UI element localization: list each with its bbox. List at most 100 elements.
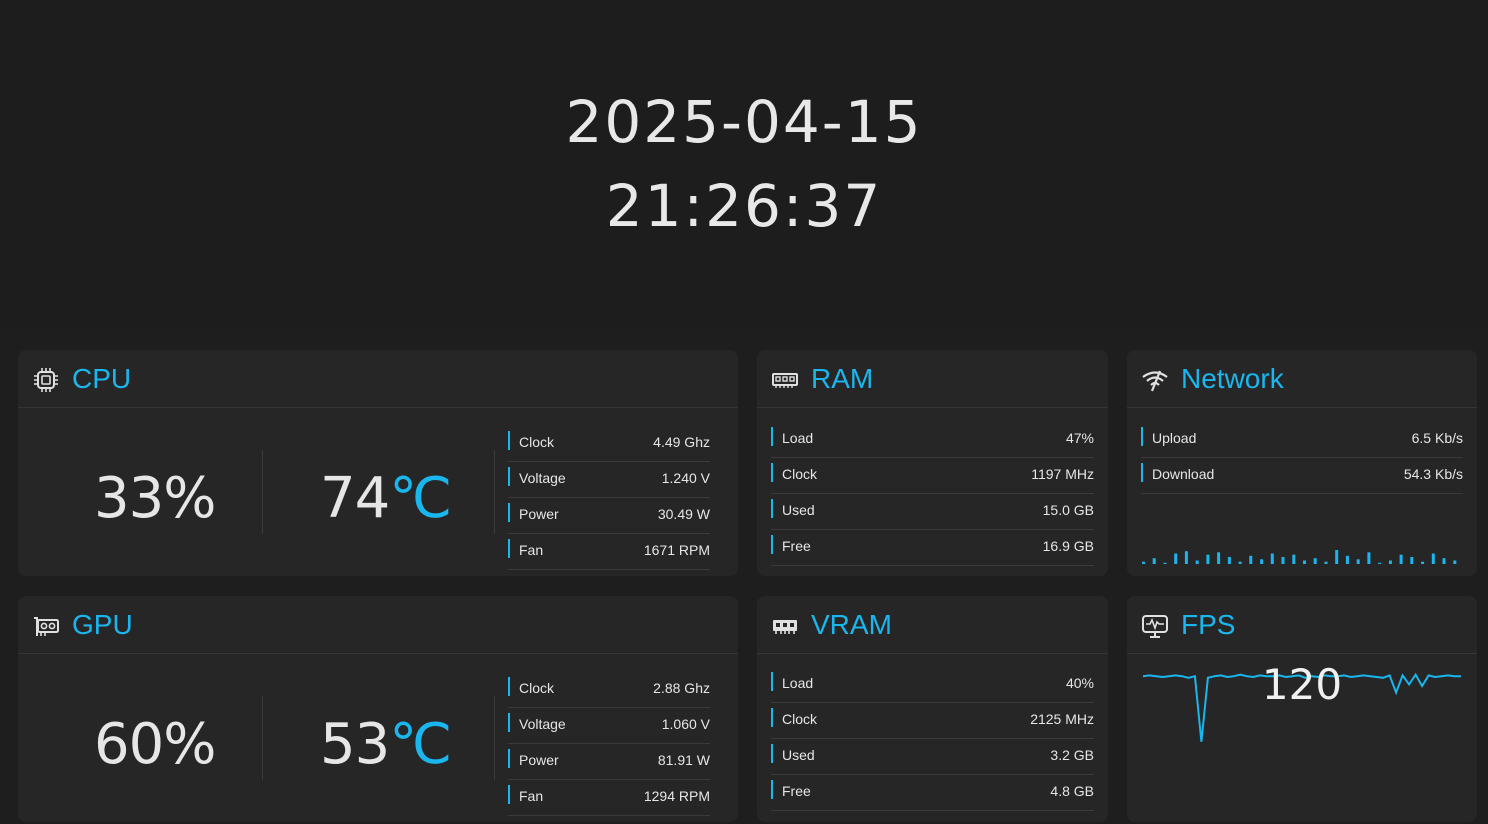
row-label: Used [782,502,815,518]
network-card-header: Network [1127,350,1477,408]
gpu-voltage-row: Voltage 1.060 V [508,708,710,744]
network-activity-bar [1303,560,1306,564]
network-activity-bar [1345,555,1349,564]
row-label: Clock [782,711,818,727]
row-label: Used [782,747,815,763]
network-activity-bar [1388,560,1392,564]
vram-stats: Load 40% Clock 2125 MHz Used 3.2 GB Free 4.8… [771,667,1094,811]
row-label: Power [519,506,559,522]
gpu-title: GPU [72,609,133,640]
network-activity-bar [1217,552,1221,564]
network-activity-bar [1356,559,1360,564]
gpu-card: GPU 60% 53℃ Clock 2.88 Ghz Voltage 1.060 V… [18,596,738,822]
ram-load-row: Load 47% [771,422,1094,458]
row-value: 2125 MHz [1030,711,1094,727]
wifi-signal-icon [1142,370,1168,392]
row-value: 2.88 Ghz [653,680,710,696]
ram-free-row: Free 16.9 GB [771,530,1094,566]
cpu-load-value: 33% [94,466,216,531]
header: 2025-04-15 21:26:37 [0,0,1488,328]
row-value: 40% [1065,675,1094,691]
divider [494,450,495,534]
network-activity-bar [1453,560,1457,564]
row-value: 6.5 Kb/s [1411,430,1463,446]
cpu-clock-row: Clock 4.49 Ghz [508,426,710,462]
row-value: 30.49 W [657,506,710,522]
vram-card-header: VRAM [757,596,1108,654]
row-label: Free [782,538,811,554]
row-label: Free [782,783,811,799]
row-value: 1197 MHz [1031,466,1094,482]
divider [262,696,263,780]
network-stats: Upload 6.5 Kb/s Download 54.3 Kb/s [1141,422,1463,494]
network-activity-bar [1142,561,1145,564]
gpu-stats: Clock 2.88 Ghz Voltage 1.060 V Power 81.91 … [508,672,710,816]
cpu-temperature: 74℃ [320,466,452,531]
ram-card: RAM Load 47% Clock 1197 MHz Used 15.0 GB Fr… [757,350,1108,576]
fps-value: 120 [1261,660,1343,709]
row-label: Power [519,752,559,768]
network-activity-bar [1184,551,1188,564]
date-display: 2025-04-15 [565,88,923,156]
network-activity-graph [1142,550,1457,564]
row-label: Clock [519,680,555,696]
memory-stick-icon [772,373,798,388]
network-activity-bar [1270,553,1274,564]
gpu-card-header: GPU [18,596,738,654]
vram-title: VRAM [811,609,892,640]
divider [494,696,495,780]
network-activity-bar [1324,561,1328,564]
row-value: 1671 RPM [643,542,710,558]
network-activity-bar [1431,553,1435,564]
ram-clock-row: Clock 1197 MHz [771,458,1094,494]
gpu-temp-unit: ℃ [389,712,452,777]
vram-free-row: Free 4.8 GB [771,775,1094,811]
cpu-fan-row: Fan 1671 RPM [508,534,710,570]
cpu-card-header: CPU [18,350,738,408]
cpu-temp-value: 74 [320,466,390,531]
network-activity-bar [1227,557,1231,564]
gpu-temperature: 53℃ [320,712,452,777]
row-label: Load [782,675,814,691]
cpu-temp-unit: ℃ [389,466,452,531]
graphics-card-icon [34,617,59,636]
ram-title: RAM [811,363,874,394]
ram-used-row: Used 15.0 GB [771,494,1094,530]
row-value: 47% [1065,430,1094,446]
network-activity-bar [1238,561,1242,564]
gpu-load-value: 60% [94,712,216,777]
network-activity-bar [1421,561,1425,564]
network-activity-bar [1195,560,1199,564]
row-label: Upload [1152,430,1197,446]
vram-clock-row: Clock 2125 MHz [771,703,1094,739]
row-value: 1294 RPM [643,788,710,804]
cpu-chip-icon [34,368,58,392]
divider [262,450,263,534]
row-value: 1.060 V [661,716,710,732]
network-activity-bar [1152,558,1156,564]
network-activity-bar [1410,557,1414,564]
network-activity-bar [1399,554,1403,564]
network-title: Network [1181,363,1284,394]
network-activity-bar [1335,550,1339,564]
row-value: 81.91 W [657,752,710,768]
row-value: 54.3 Kb/s [1403,466,1463,482]
network-activity-bar [1174,553,1178,564]
vram-load-row: Load 40% [771,667,1094,703]
fps-card: FPS 120 [1127,596,1477,822]
ram-card-header: RAM [757,350,1108,408]
row-label: Voltage [519,716,566,732]
fps-card-header: FPS [1127,596,1477,654]
cpu-title: CPU [72,363,132,394]
vram-used-row: Used 3.2 GB [771,739,1094,775]
row-label: Clock [782,466,818,482]
gpu-fan-row: Fan 1294 RPM [508,780,710,816]
row-label: Load [782,430,814,446]
time-display: 21:26:37 [605,172,883,240]
cpu-stats: Clock 4.49 Ghz Voltage 1.240 V Power 30.49 … [508,426,710,570]
gpu-power-row: Power 81.91 W [508,744,710,780]
row-label: Voltage [519,470,566,486]
network-activity-bar [1163,562,1167,564]
network-activity-bar [1313,558,1317,564]
network-card: Network Upload 6.5 Kb/s Download 54.3 Kb/s [1127,350,1477,576]
